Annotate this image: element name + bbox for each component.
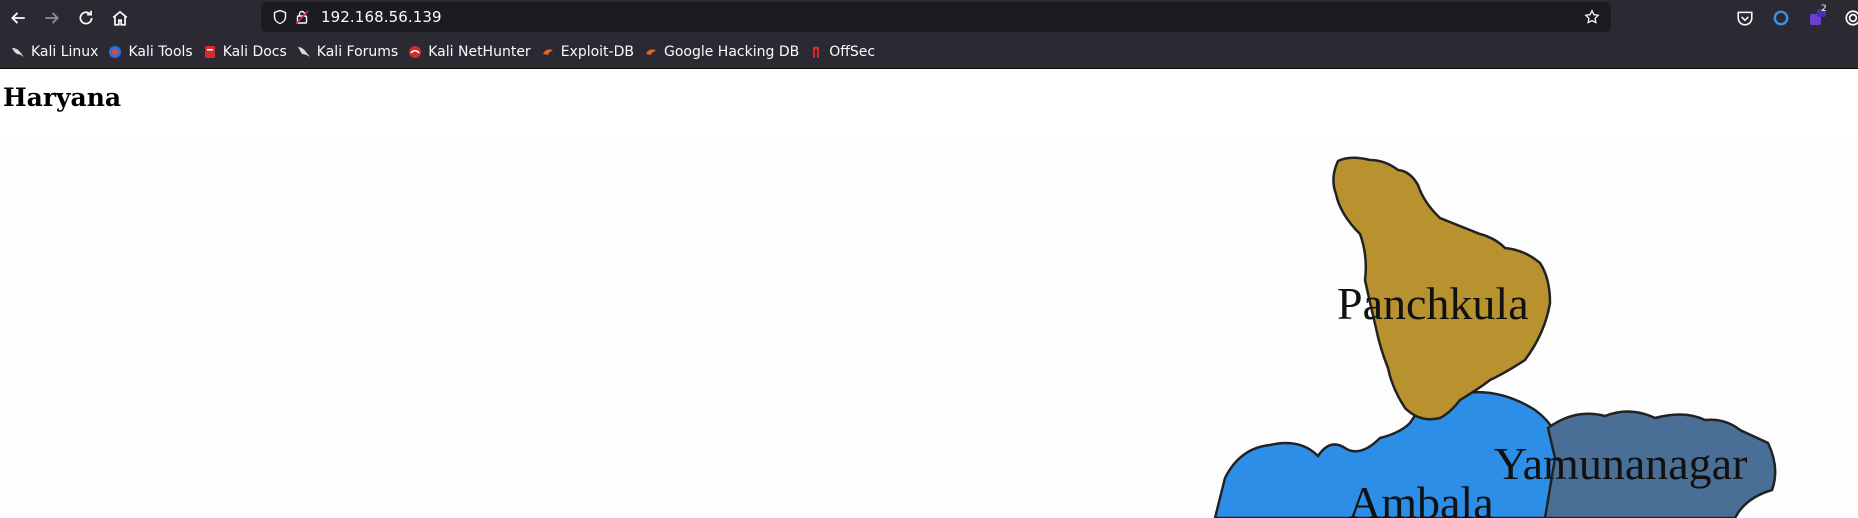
extension-ring-icon[interactable] [1768,5,1794,31]
bookmark-google-hacking-db[interactable]: Google Hacking DB [639,39,804,65]
label-panchkula: Panchkula [1337,278,1529,329]
back-button[interactable] [1,1,35,35]
ghdb-icon [644,45,658,59]
insecure-lock-icon[interactable] [291,6,313,28]
bookmark-exploit-db[interactable]: Exploit-DB [536,39,639,65]
settings-gear-icon[interactable] [1840,5,1858,31]
browser-toolbar: 192.168.56.139 2 [0,0,1858,36]
bookmark-kali-tools[interactable]: Kali Tools [103,39,197,65]
extension-badge-count: 2 [1821,4,1827,14]
kali-tools-icon [108,45,122,59]
page-content: Haryana Panchkula Yamunanagar Ambala [0,69,1858,518]
bookmark-kali-nethunter[interactable]: Kali NetHunter [403,39,535,65]
home-icon [112,10,128,26]
haryana-map-image: Panchkula Yamunanagar Ambala [0,138,1858,518]
bookmark-label: Exploit-DB [560,44,634,60]
forward-button[interactable] [35,1,69,35]
bookmark-label: Google Hacking DB [663,44,800,60]
bookmark-label: Kali Docs [222,44,287,60]
page-heading: Haryana [3,83,122,112]
bookmark-label: OffSec [829,44,876,60]
district-map: Panchkula Yamunanagar Ambala [1213,156,1777,518]
label-yamunanagar: Yamunanagar [1494,438,1747,489]
back-arrow-icon [11,12,25,24]
bookmarks-toolbar: Kali Linux Kali Tools Kali Docs Kali For… [0,36,1858,69]
extension-badge-icon[interactable]: 2 [1804,4,1830,31]
reload-icon [79,10,93,25]
bookmark-label: Kali Linux [31,44,99,60]
pocket-icon[interactable] [1732,5,1758,31]
bookmark-label: Kali NetHunter [428,44,531,60]
kali-dragon-icon [11,45,25,59]
offsec-icon [809,45,823,59]
kali-docs-icon [203,45,217,59]
forward-arrow-icon [45,12,59,24]
exploit-db-icon [541,45,555,59]
label-ambala: Ambala [1348,477,1494,518]
bookmark-offsec[interactable]: OffSec [804,39,880,65]
bookmark-label: Kali Forums [316,44,399,60]
url-bar[interactable]: 192.168.56.139 [261,2,1611,32]
bookmark-kali-linux[interactable]: Kali Linux [6,39,103,65]
reload-button[interactable] [69,1,103,35]
shield-icon[interactable] [269,6,291,28]
bookmark-kali-forums[interactable]: Kali Forums [292,39,403,65]
bookmark-label: Kali Tools [128,44,193,60]
nethunter-icon [408,45,422,59]
kali-forums-icon [297,45,311,59]
bookmark-kali-docs[interactable]: Kali Docs [198,39,292,65]
url-text[interactable]: 192.168.56.139 [321,8,442,26]
home-button[interactable] [103,1,137,35]
bookmark-star-icon[interactable] [1581,6,1603,28]
